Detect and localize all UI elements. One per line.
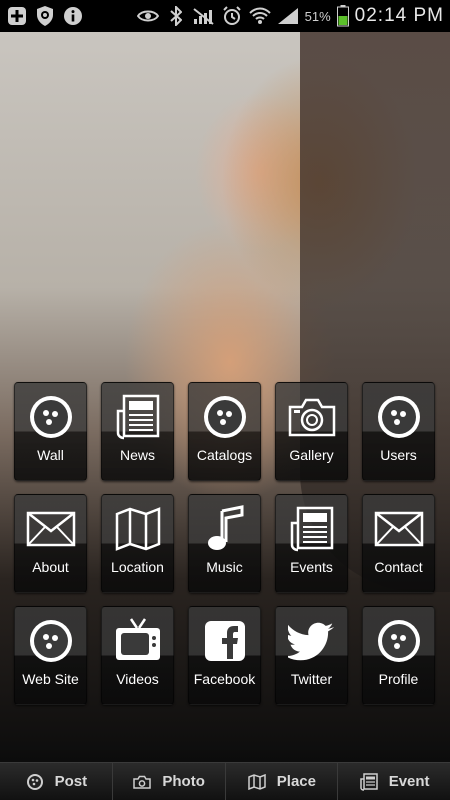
tile-label: Events: [290, 559, 333, 575]
facebook-icon: [200, 616, 250, 666]
dots-icon: [200, 392, 250, 442]
tile-news[interactable]: News: [101, 382, 174, 481]
eye-icon: [136, 5, 159, 27]
tile-twitter[interactable]: Twitter: [275, 606, 348, 705]
tile-label: Music: [206, 559, 243, 575]
place-label: Place: [276, 773, 316, 790]
dots-icon: [374, 616, 424, 666]
post-button[interactable]: Post: [0, 763, 112, 800]
news-icon: [113, 392, 163, 442]
tile-label: Contact: [374, 559, 423, 575]
tile-label: Location: [111, 559, 164, 575]
status-bar-right: 51% 02:14 PM: [136, 5, 444, 27]
dots-icon: [25, 772, 45, 792]
place-button[interactable]: Place: [224, 763, 338, 800]
tv-icon: [113, 616, 163, 666]
bluetooth-icon: [165, 5, 187, 27]
tile-about[interactable]: About: [14, 494, 87, 593]
post-label: Post: [54, 773, 88, 790]
tile-users[interactable]: Users: [362, 382, 435, 481]
tile-events[interactable]: Events: [275, 494, 348, 593]
tile-label: Wall: [37, 447, 64, 463]
tile-catalogs[interactable]: Catalogs: [188, 382, 261, 481]
tile-label: Catalogs: [196, 447, 253, 463]
music-icon: [200, 504, 250, 554]
news-icon: [359, 772, 379, 792]
battery-icon: [336, 5, 349, 27]
tile-gallery[interactable]: Gallery: [275, 382, 348, 481]
tile-label: Gallery: [289, 447, 334, 463]
tile-profile[interactable]: Profile: [362, 606, 435, 705]
tile-contact[interactable]: Contact: [362, 494, 435, 593]
tile-music[interactable]: Music: [188, 494, 261, 593]
tile-label: Users: [380, 447, 417, 463]
map-icon: [247, 772, 267, 792]
tile-label: About: [32, 559, 69, 575]
camera-icon: [132, 772, 152, 792]
add-icon: [6, 5, 28, 27]
event-button[interactable]: Event: [337, 763, 450, 800]
dots-icon: [26, 616, 76, 666]
status-bar: 51% 02:14 PM: [0, 0, 450, 32]
tile-label: Web Site: [22, 671, 79, 687]
tile-web-site[interactable]: Web Site: [14, 606, 87, 705]
info-icon: [62, 5, 84, 27]
tile-label: Videos: [116, 671, 159, 687]
tile-label: Profile: [378, 671, 419, 687]
signal-icon: [277, 5, 299, 27]
clock: 02:14 PM: [354, 5, 444, 26]
envelope-icon: [374, 504, 424, 554]
dots-icon: [374, 392, 424, 442]
tile-facebook[interactable]: Facebook: [188, 606, 261, 705]
tile-wall[interactable]: Wall: [14, 382, 87, 481]
camera-icon: [287, 392, 337, 442]
news-icon: [287, 504, 337, 554]
battery-percent: 51%: [304, 8, 331, 24]
envelope-icon: [26, 504, 76, 554]
tile-location[interactable]: Location: [101, 494, 174, 593]
tile-label: Twitter: [290, 671, 333, 687]
photo-button[interactable]: Photo: [111, 763, 225, 800]
shield-icon: [34, 5, 56, 27]
no-signal-icon: [193, 5, 215, 27]
dots-icon: [26, 392, 76, 442]
tile-videos[interactable]: Videos: [101, 606, 174, 705]
alarm-icon: [221, 5, 243, 27]
menu-grid: Wall News Catalogs Gallery Users About L…: [14, 382, 436, 705]
tile-label: News: [119, 447, 155, 463]
event-label: Event: [388, 773, 430, 790]
map-icon: [113, 504, 163, 554]
status-bar-left: [6, 5, 84, 27]
wifi-icon: [248, 5, 271, 27]
twitter-icon: [287, 616, 337, 666]
photo-label: Photo: [162, 773, 205, 790]
tile-label: Facebook: [193, 671, 256, 687]
bottom-action-bar: Post Photo Place Event: [0, 762, 450, 800]
